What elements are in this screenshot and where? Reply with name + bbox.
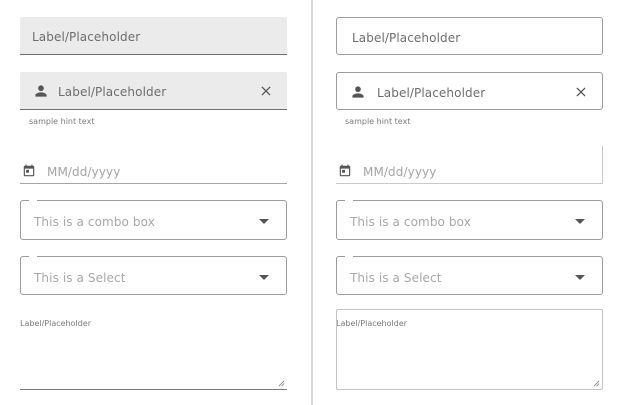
- filled-text-field-with-icon[interactable]: Label/Placeholder: [20, 72, 287, 110]
- date-placeholder: MM/dd/yyyy: [363, 165, 437, 179]
- person-icon: [352, 86, 364, 98]
- outlined-text-field-with-icon[interactable]: Label/Placeholder: [336, 72, 603, 110]
- outlined-text-field[interactable]: Label/Placeholder: [336, 17, 603, 55]
- date-field[interactable]: MM/dd/yyyy: [336, 146, 603, 184]
- filled-text-field[interactable]: Label/Placeholder: [20, 17, 287, 55]
- combo-placeholder: This is a combo box: [34, 215, 155, 229]
- field-label: Label/Placeholder: [32, 30, 141, 44]
- select-placeholder: This is a Select: [34, 271, 126, 285]
- hint-text: sample hint text: [345, 117, 411, 126]
- chevron-down-icon[interactable]: [259, 275, 269, 280]
- close-icon[interactable]: [259, 84, 273, 98]
- person-icon: [35, 85, 47, 97]
- calendar-icon[interactable]: [338, 164, 352, 178]
- date-field[interactable]: MM/dd/yyyy: [20, 146, 287, 184]
- combo-box[interactable]: This is a combo box: [336, 200, 603, 240]
- textarea[interactable]: [20, 309, 287, 390]
- calendar-icon[interactable]: [22, 164, 36, 178]
- combo-box[interactable]: This is a combo box: [20, 200, 287, 240]
- date-placeholder: MM/dd/yyyy: [47, 165, 121, 179]
- textarea[interactable]: [336, 309, 603, 390]
- resize-grip-icon[interactable]: [593, 380, 600, 387]
- field-label: Label/Placeholder: [377, 86, 486, 100]
- combo-placeholder: This is a combo box: [350, 215, 471, 229]
- hint-text: sample hint text: [29, 117, 95, 126]
- label-notch: [29, 200, 37, 202]
- close-icon[interactable]: [574, 85, 588, 99]
- resize-grip-icon[interactable]: [278, 380, 285, 387]
- column-divider: [311, 0, 313, 405]
- outlined-form-column: Label/Placeholder Label/Placeholder samp…: [336, 0, 604, 405]
- filled-form-column: Label/Placeholder Label/Placeholder samp…: [20, 0, 288, 405]
- field-label: Label/Placeholder: [352, 31, 461, 45]
- chevron-down-icon[interactable]: [575, 219, 585, 224]
- label-notch: [345, 200, 353, 202]
- select-field[interactable]: This is a Select: [20, 256, 287, 295]
- chevron-down-icon[interactable]: [575, 275, 585, 280]
- select-placeholder: This is a Select: [350, 271, 442, 285]
- label-notch: [345, 256, 353, 258]
- field-label: Label/Placeholder: [58, 85, 167, 99]
- chevron-down-icon[interactable]: [259, 219, 269, 224]
- label-notch: [29, 256, 37, 258]
- select-field[interactable]: This is a Select: [336, 256, 603, 295]
